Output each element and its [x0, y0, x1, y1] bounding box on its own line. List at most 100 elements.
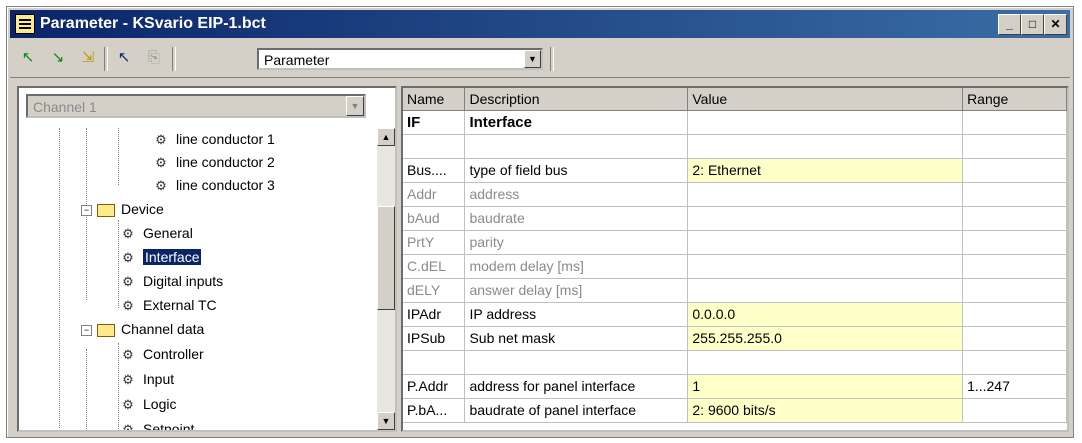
- param-value[interactable]: 255.255.255.0: [687, 326, 964, 351]
- param-name: Addr: [403, 182, 466, 207]
- column-header-value[interactable]: Value: [687, 88, 964, 111]
- param-description: baudrate: [464, 206, 689, 231]
- tree-item-channel-data[interactable]: − Channel data: [81, 318, 204, 340]
- param-range: [962, 302, 1067, 327]
- channel-select[interactable]: Channel 1 ▼: [26, 94, 366, 118]
- copy-icon[interactable]: ⎘: [142, 47, 166, 69]
- param-name: P.bA...: [403, 398, 466, 423]
- tree-item-input[interactable]: ⚙ Input: [119, 368, 174, 390]
- table-row[interactable]: P.Addr address for panel interface 1 1..…: [403, 374, 1067, 399]
- scroll-thumb[interactable]: [377, 206, 395, 310]
- parameter-node-icon: ⚙: [122, 298, 134, 314]
- tree-item-label: Digital inputs: [143, 273, 224, 289]
- param-name: Bus....: [403, 158, 466, 183]
- view-select-value: Parameter: [264, 52, 330, 68]
- table-row[interactable]: IPSub Sub net mask 255.255.255.0: [403, 326, 1067, 351]
- scroll-down-button[interactable]: ▼: [377, 412, 395, 430]
- param-range: [962, 230, 1067, 255]
- column-header-description[interactable]: Description: [464, 88, 689, 111]
- tree-item-label: Device: [121, 201, 164, 217]
- tree-item-general[interactable]: ⚙ General: [119, 222, 193, 244]
- chevron-down-icon[interactable]: ▼: [524, 50, 541, 68]
- tree-item-controller[interactable]: ⚙ Controller: [119, 343, 204, 365]
- param-description: parity: [464, 230, 689, 255]
- tree-scrollbar[interactable]: ▲ ▼: [377, 128, 395, 430]
- param-description: address: [464, 182, 689, 207]
- tree-item-label: External TC: [143, 297, 217, 313]
- collapse-icon[interactable]: −: [81, 324, 92, 336]
- collapse-icon[interactable]: −: [81, 204, 92, 216]
- param-description: baudrate of panel interface: [464, 398, 689, 423]
- param-name: dELY: [403, 278, 466, 303]
- close-button[interactable]: ✕: [1044, 14, 1067, 35]
- parameter-node-icon: ⚙: [155, 132, 167, 148]
- empty-cell: [403, 350, 466, 375]
- parameter-node-icon: ⚙: [122, 347, 134, 363]
- tree-line: [118, 128, 119, 185]
- parameter-node-icon: ⚙: [122, 226, 134, 242]
- arrow-up-icon[interactable]: ↖: [16, 47, 40, 69]
- param-value[interactable]: 2: 9600 bits/s: [687, 398, 964, 423]
- tree-item-device[interactable]: − Device: [81, 198, 164, 220]
- param-value[interactable]: 0.0.0.0: [687, 302, 964, 327]
- table-row[interactable]: P.bA... baudrate of panel interface 2: 9…: [403, 398, 1067, 423]
- tree-item-label: line conductor 1: [176, 131, 275, 147]
- param-description: modem delay [ms]: [464, 254, 689, 279]
- spacer-row: [403, 350, 1067, 375]
- toolbar-separator: [104, 47, 108, 71]
- arrow-diagonal-icon[interactable]: ⇲: [76, 47, 100, 69]
- table-row: bAud baudrate: [403, 206, 1067, 231]
- view-select[interactable]: Parameter ▼: [257, 48, 543, 70]
- param-value: [687, 206, 964, 231]
- empty-cell: [962, 110, 1067, 135]
- param-value[interactable]: 2: Ethernet: [687, 158, 964, 183]
- param-name: C.dEL: [403, 254, 466, 279]
- param-description: IP address: [464, 302, 689, 327]
- parameter-tree: ⚙ line conductor 1 ⚙ line conductor 2 ⚙ lin…: [19, 128, 371, 430]
- param-value[interactable]: 1: [687, 374, 964, 399]
- empty-cell: [962, 350, 1067, 375]
- param-value: [687, 254, 964, 279]
- tree-item-logic[interactable]: ⚙ Logic: [119, 393, 176, 415]
- param-range: [962, 254, 1067, 279]
- table-icon: [15, 14, 35, 34]
- param-name: IPAdr: [403, 302, 466, 327]
- tree-item-digital-inputs[interactable]: ⚙ Digital inputs: [119, 270, 223, 292]
- param-description: type of field bus: [464, 158, 689, 183]
- scroll-up-button[interactable]: ▲: [377, 128, 395, 146]
- column-header-name[interactable]: Name: [403, 88, 466, 111]
- tree-item-interface[interactable]: ⚙ Interface: [119, 246, 203, 268]
- column-header-range[interactable]: Range: [962, 88, 1067, 111]
- table-row: Addr address: [403, 182, 1067, 207]
- arrow-down-icon[interactable]: ↘: [46, 47, 70, 69]
- empty-cell: [962, 134, 1067, 159]
- table-row[interactable]: Bus.... type of field bus 2: Ethernet: [403, 158, 1067, 183]
- parameter-node-icon: ⚙: [155, 178, 167, 194]
- info-icon[interactable]: ↖: [112, 47, 136, 69]
- param-description: address for panel interface: [464, 374, 689, 399]
- empty-cell: [687, 350, 964, 375]
- group-row: IF Interface: [403, 110, 1067, 135]
- param-range: [962, 278, 1067, 303]
- tree-item-label-selected: Interface: [141, 248, 203, 266]
- tree-item-label: line conductor 2: [176, 154, 275, 170]
- tree-item-label: Channel data: [121, 321, 205, 337]
- param-range: [962, 326, 1067, 351]
- title-bar[interactable]: Parameter - KSvario EIP-1.bct _ □ ✕: [10, 10, 1070, 38]
- tree-item-line-conductor-3[interactable]: ⚙ line conductor 3: [152, 174, 275, 196]
- table-row[interactable]: IPAdr IP address 0.0.0.0: [403, 302, 1067, 327]
- param-value: [687, 278, 964, 303]
- table-row: PrtY parity: [403, 230, 1067, 255]
- tree-item-line-conductor-1[interactable]: ⚙ line conductor 1: [152, 128, 275, 150]
- tree-item-setpoint[interactable]: ⚙ Setpoint: [119, 418, 194, 430]
- spacer-row: [403, 134, 1067, 159]
- param-range: [962, 182, 1067, 207]
- tree-line: [86, 349, 87, 429]
- tree-item-line-conductor-2[interactable]: ⚙ line conductor 2: [152, 151, 275, 173]
- tree-item-external-tc[interactable]: ⚙ External TC: [119, 294, 217, 316]
- chevron-down-icon[interactable]: ▼: [346, 96, 364, 116]
- tree-item-label: Input: [143, 371, 175, 387]
- minimize-button[interactable]: _: [998, 14, 1021, 35]
- maximize-button[interactable]: □: [1021, 14, 1044, 35]
- param-name: PrtY: [403, 230, 466, 255]
